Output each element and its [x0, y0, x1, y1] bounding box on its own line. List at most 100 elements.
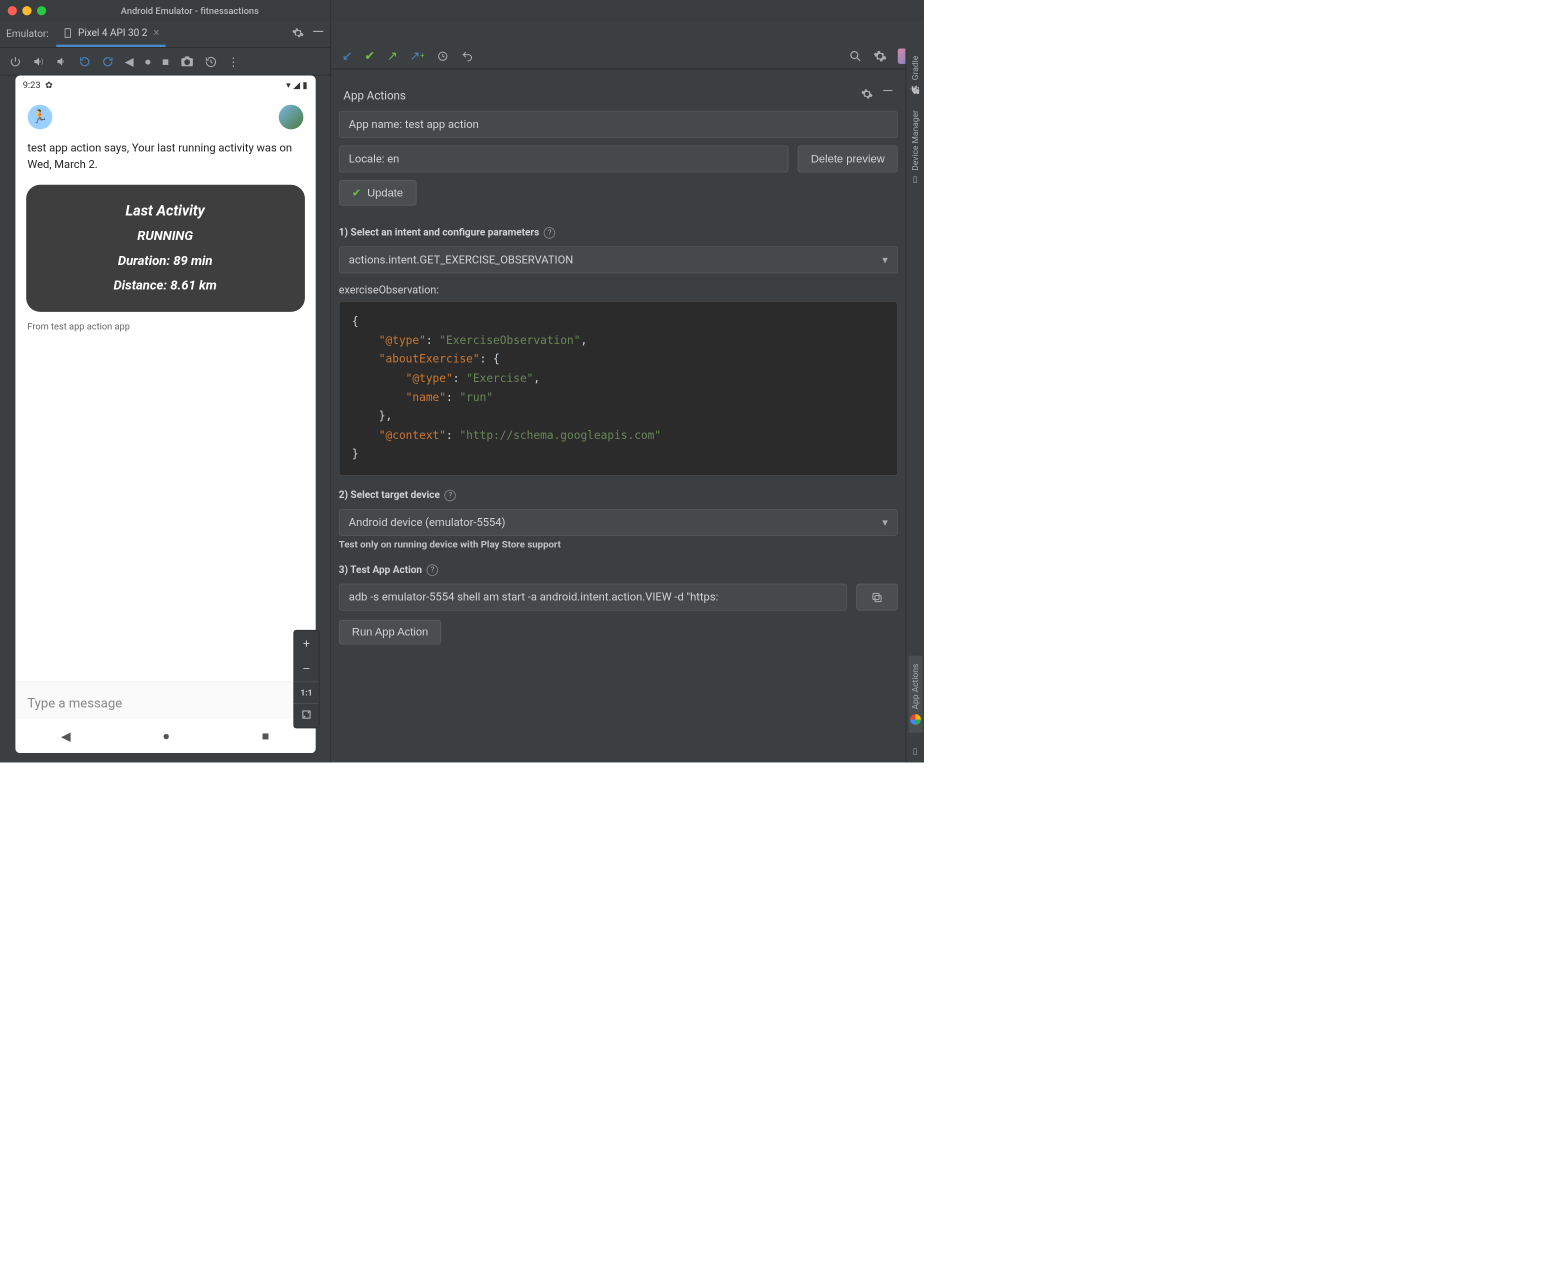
signal-icon: ◢ — [293, 79, 300, 90]
phone-status-bar: 9:23 ✿ ▾ ◢ ▮ — [15, 75, 315, 93]
avatar[interactable] — [278, 105, 303, 130]
step-out-icon[interactable]: ↗ — [387, 49, 397, 64]
close-icon[interactable]: × — [152, 27, 159, 39]
observation-label: exerciseObservation: — [339, 284, 898, 296]
emulator-tabbar: Emulator: Pixel 4 API 30 2 × — — [0, 22, 330, 48]
phone-screen[interactable]: 9:23 ✿ ▾ ◢ ▮ 🏃 test app action says, You… — [15, 75, 315, 753]
card-title: Last Activity — [33, 202, 296, 220]
apply-icon[interactable]: ✔ — [365, 49, 375, 64]
intent-select-value: actions.intent.GET_EXERCISE_OBSERVATION — [349, 253, 573, 266]
phone-small-icon: ▯ — [910, 175, 920, 185]
emulator-toolbar: ◀ ● ■ ⋮ — [0, 48, 330, 76]
phone-device-icon — [63, 28, 74, 39]
more-vert-icon[interactable]: ⋮ — [228, 54, 240, 68]
help-icon[interactable]: ? — [445, 490, 457, 502]
side-tab-gradle-label: Gradle — [910, 55, 920, 79]
delete-preview-label: Delete preview — [811, 153, 885, 165]
snapshot-history-icon[interactable] — [205, 55, 217, 67]
side-tab-device-manager-label: Device Manager — [910, 110, 920, 171]
phone-clock: 9:23 — [23, 79, 41, 90]
zoom-controls: + – 1:1 — [293, 630, 319, 729]
adb-command-field[interactable]: adb -s emulator-5554 shell am start -a a… — [339, 584, 847, 611]
device-select-value: Android device (emulator-5554) — [349, 516, 506, 529]
settings-gear-icon[interactable] — [873, 49, 887, 63]
emulator-label: Emulator: — [6, 28, 49, 40]
nav-back-icon[interactable]: ◀ — [125, 54, 134, 68]
volume-up-icon[interactable] — [32, 55, 44, 67]
emulator-device-tab[interactable]: Pixel 4 API 30 2 × — [56, 22, 165, 47]
app-actions-panel: App Actions — App name: test app action … — [339, 85, 898, 763]
emulator-device-tab-label: Pixel 4 API 30 2 — [78, 27, 147, 39]
assistant-reply-text: test app action says, Your last running … — [15, 132, 315, 177]
minimize-icon[interactable]: — — [312, 22, 324, 40]
locale-field[interactable]: Locale: en — [339, 146, 789, 173]
observation-json-editor[interactable]: { "@type": "ExerciseObservation", "about… — [339, 301, 898, 476]
phone-navbar: ◀ ● ■ — [15, 719, 315, 753]
update-button-label: Update — [367, 187, 403, 199]
check-circle-icon: ✔ — [352, 186, 361, 199]
step-into-icon[interactable]: ↙ — [342, 49, 352, 64]
ide-side-rail: 🐘 Gradle ▯ Device Manager App Actions ▯ — [906, 48, 924, 763]
side-tab-device-manager[interactable]: ▯ Device Manager — [909, 103, 922, 194]
side-tab-app-actions[interactable]: App Actions — [908, 656, 922, 733]
device-hint: Test only on running device with Play St… — [339, 539, 898, 551]
gear-icon[interactable] — [292, 27, 304, 42]
help-icon[interactable]: ? — [544, 227, 556, 239]
zoom-out-button[interactable]: – — [294, 656, 319, 681]
copy-button[interactable] — [856, 584, 898, 611]
volume-down-icon[interactable] — [55, 55, 67, 67]
emulator-titlebar: Android Emulator - fitnessactions — [0, 0, 330, 22]
panel-minimize-icon[interactable]: — — [882, 85, 893, 103]
step2-label: 2) Select target device — [339, 490, 440, 502]
copy-icon — [871, 591, 883, 603]
side-tab-app-actions-label: App Actions — [910, 663, 920, 709]
ide-toolbar: ↙ ✔ ↗ ↗+ — [331, 43, 924, 69]
assistant-dot-icon — [910, 714, 921, 725]
step3-label: 3) Test App Action — [339, 565, 422, 577]
side-tab-gradle[interactable]: 🐘 Gradle — [909, 48, 922, 103]
undo-icon[interactable] — [461, 50, 473, 62]
nav-overview-icon[interactable]: ■ — [162, 54, 169, 68]
intent-select[interactable]: actions.intent.GET_EXERCISE_OBSERVATION … — [339, 246, 898, 273]
delete-preview-button[interactable]: Delete preview — [798, 146, 898, 173]
panel-gear-icon[interactable] — [861, 88, 873, 103]
zoom-ratio-button[interactable]: 1:1 — [294, 681, 319, 703]
emulator-viewport: 9:23 ✿ ▾ ◢ ▮ 🏃 test app action says, You… — [0, 75, 330, 762]
running-icon: 🏃 — [27, 105, 52, 130]
run-app-action-button[interactable]: Run App Action — [339, 620, 442, 645]
rotate-right-icon[interactable] — [102, 55, 114, 67]
chevron-down-icon: ▾ — [882, 516, 888, 529]
battery-icon: ▮ — [303, 79, 308, 90]
gradle-icon: 🐘 — [910, 84, 920, 94]
zoom-in-button[interactable]: + — [294, 631, 319, 656]
app-name-field[interactable]: App name: test app action — [339, 111, 898, 138]
wifi-icon: ▾ — [286, 79, 291, 90]
emulator-window-title: Android Emulator - fitnessactions — [57, 5, 323, 16]
device-select[interactable]: Android device (emulator-5554) ▾ — [339, 509, 898, 536]
card-activity: RUNNING — [33, 229, 296, 244]
card-duration: Duration: 89 min — [33, 253, 296, 268]
power-icon[interactable] — [9, 55, 21, 67]
assistant-header: 🏃 — [15, 94, 315, 133]
zoom-fit-button[interactable] — [294, 703, 319, 728]
assistant-input[interactable]: Type a message — [15, 681, 315, 719]
clock-icon[interactable] — [437, 50, 449, 62]
assistant-input-placeholder: Type a message — [27, 696, 122, 711]
activity-card: Last Activity RUNNING Duration: 89 min D… — [26, 185, 305, 312]
help-icon[interactable]: ? — [427, 565, 439, 577]
step-composite-icon[interactable]: ↗+ — [410, 49, 425, 64]
search-icon[interactable] — [849, 49, 863, 63]
screenshot-icon[interactable] — [180, 54, 194, 68]
card-distance: Distance: 8.61 km — [33, 278, 296, 293]
sidebar-phone-icon[interactable]: ▯ — [913, 740, 918, 762]
panel-title: App Actions — [343, 89, 405, 103]
nav-home-icon[interactable]: ● — [144, 54, 151, 68]
update-button[interactable]: ✔ Update — [339, 180, 416, 205]
phone-nav-home[interactable]: ● — [162, 728, 169, 743]
ide-titlebar-spacer — [331, 0, 924, 22]
step1-label: 1) Select an intent and configure parame… — [339, 227, 539, 239]
phone-nav-back[interactable]: ◀ — [61, 729, 70, 744]
rotate-left-icon[interactable] — [79, 55, 91, 67]
window-traffic-lights[interactable] — [8, 6, 46, 15]
phone-nav-overview[interactable]: ■ — [262, 728, 269, 743]
